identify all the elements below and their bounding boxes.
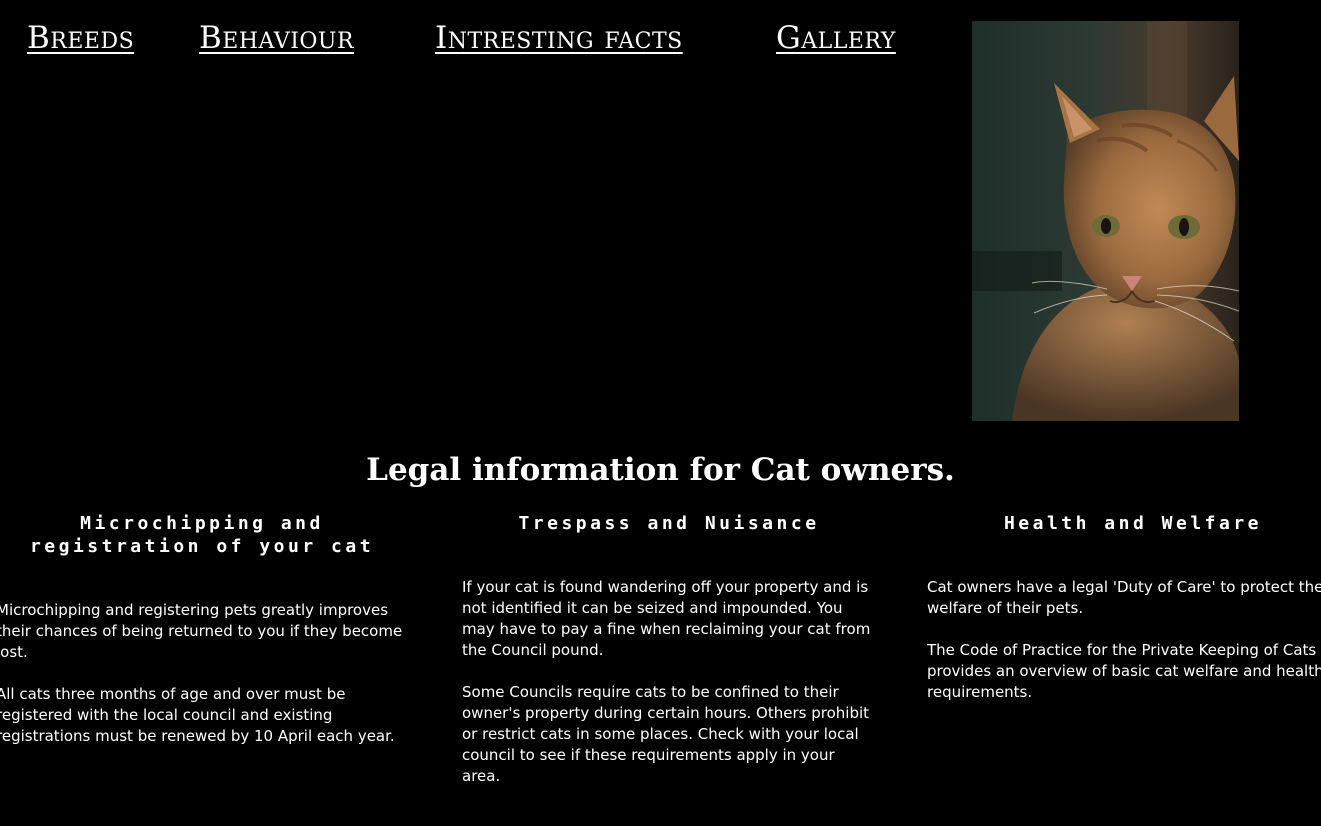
paragraph: The Code of Practice for the Private Kee… <box>927 641 1321 701</box>
paragraph: If your cat is found wandering off your … <box>462 578 871 659</box>
page: Breeds Behaviour Intresting facts Galler… <box>0 0 1321 826</box>
cat-photo-illustration <box>972 21 1239 421</box>
nav-link-interesting-facts[interactable]: Intresting facts <box>435 20 683 56</box>
nav-link-behaviour[interactable]: Behaviour <box>199 20 354 56</box>
column-body-microchipping: Microchipping and registering pets great… <box>0 600 408 768</box>
nav-link-breeds[interactable]: Breeds <box>27 20 134 56</box>
page-title: Legal information for Cat owners. <box>366 452 955 488</box>
column-heading-trespass: Trespass and Nuisance <box>518 513 820 534</box>
column-heading-microchipping: Microchipping and registration of your c… <box>29 513 375 557</box>
paragraph: All cats three months of age and over mu… <box>0 685 395 745</box>
cat-photo <box>972 21 1239 421</box>
paragraph: Microchipping and registering pets great… <box>0 601 403 661</box>
column-trespass: Trespass and Nuisance If your cat is fou… <box>462 512 876 785</box>
column-health: Health and Welfare Cat owners have a leg… <box>927 512 1321 701</box>
paragraph: Some Councils require cats to be confine… <box>462 683 870 785</box>
nav-link-gallery[interactable]: Gallery <box>776 20 896 56</box>
paragraph: Cat owners have a legal 'Duty of Care' t… <box>927 578 1321 617</box>
column-microchipping: Microchipping and registration of your c… <box>0 512 408 745</box>
column-body-health: Cat owners have a legal 'Duty of Care' t… <box>927 577 1321 724</box>
column-body-trespass: If your cat is found wandering off your … <box>462 577 876 808</box>
column-heading-health: Health and Welfare <box>1003 513 1263 534</box>
